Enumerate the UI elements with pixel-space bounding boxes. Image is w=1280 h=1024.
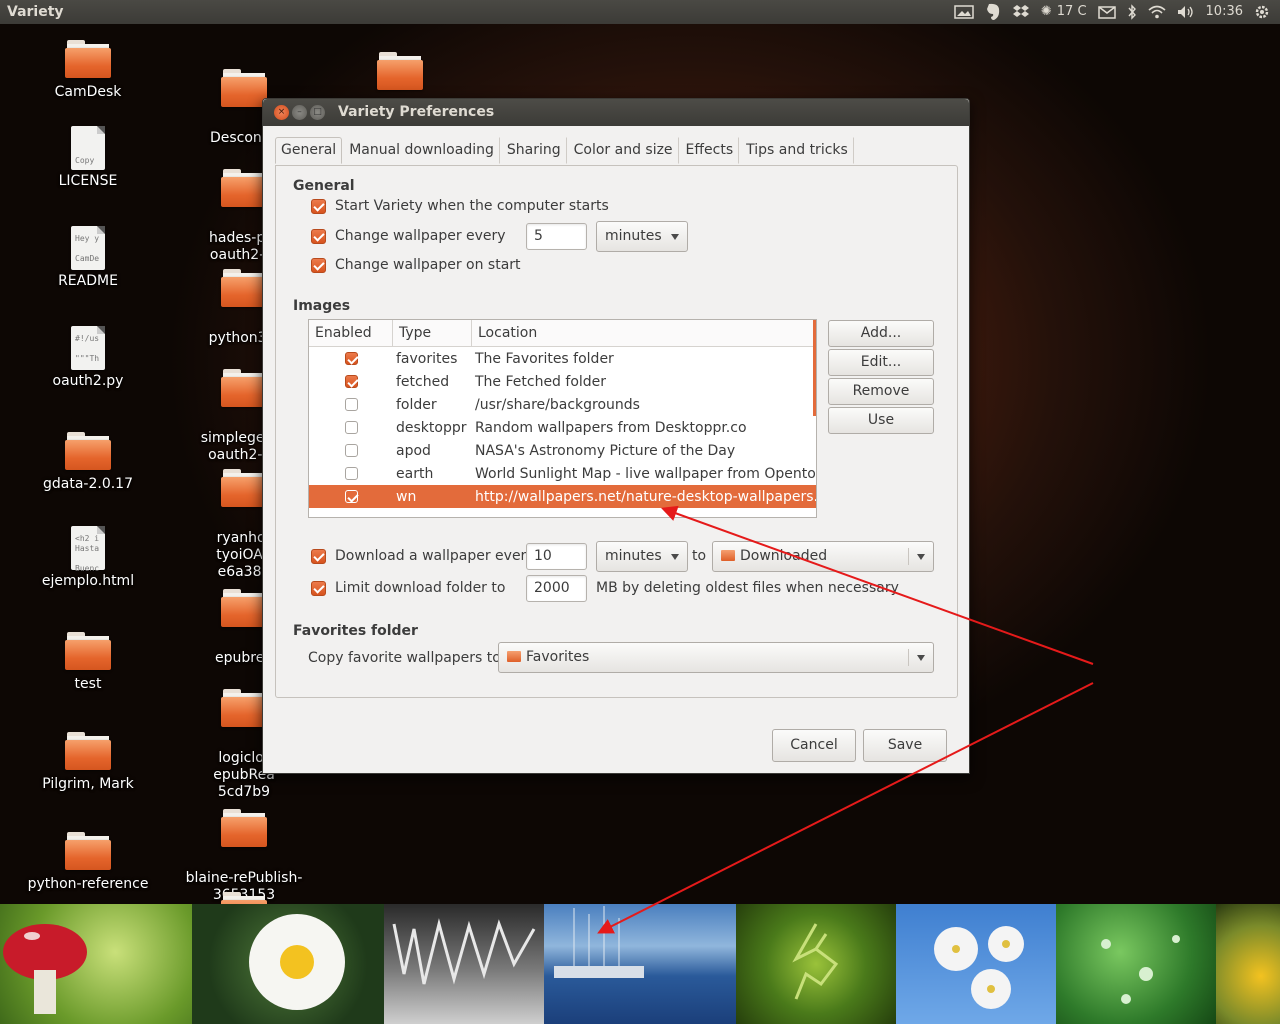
annotation-arrow-to-thumbnail bbox=[597, 682, 1094, 934]
annotation-arrow-to-list bbox=[660, 505, 1094, 665]
annotation-arrows bbox=[597, 505, 1094, 934]
